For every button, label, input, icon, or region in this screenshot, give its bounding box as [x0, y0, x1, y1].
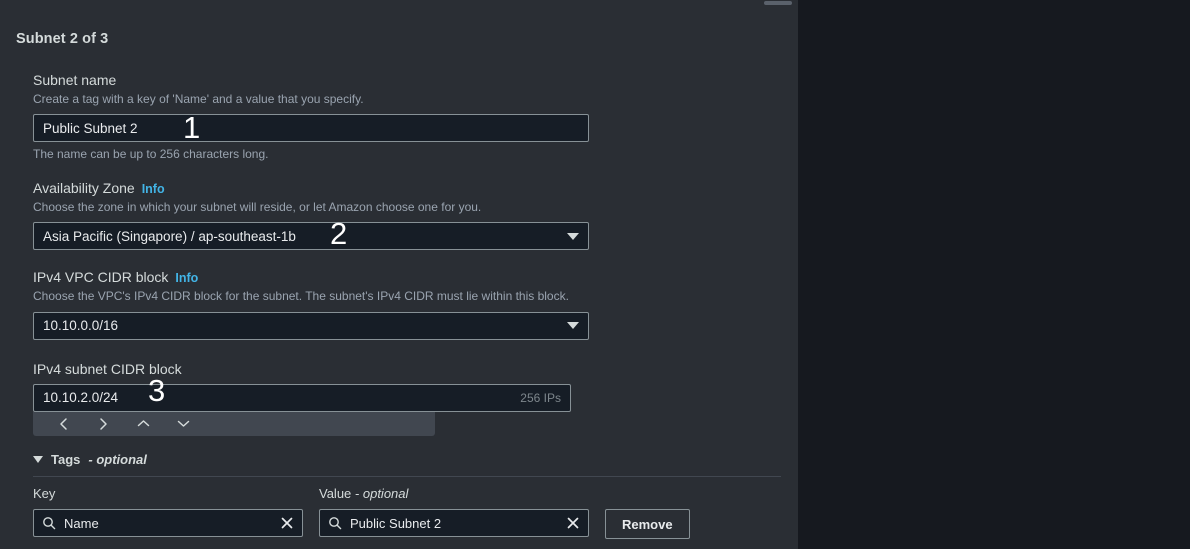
tag-key-clear-button[interactable]	[280, 516, 294, 530]
field-vpc-cidr: IPv4 VPC CIDR block Info Choose the VPC'…	[33, 269, 793, 340]
chevron-right-icon	[99, 417, 107, 430]
screen-root: Subnet 2 of 3 Subnet name Create a tag w…	[0, 0, 1190, 549]
subnet-name-label: Subnet name	[33, 72, 793, 88]
tag-key-column: Key Name	[33, 486, 319, 537]
availability-zone-label: Availability Zone Info	[33, 180, 793, 196]
availability-zone-description: Choose the zone in which your subnet wil…	[33, 200, 482, 215]
vpc-cidr-label: IPv4 VPC CIDR block Info	[33, 269, 793, 285]
tag-key-value: Name	[64, 515, 99, 531]
subnet-name-input[interactable]: Public Subnet 2	[33, 114, 589, 143]
triangle-down-icon	[33, 456, 43, 463]
subnet-name-description: Create a tag with a key of 'Name' and a …	[33, 92, 364, 106]
scrollbar-thumb[interactable]	[764, 1, 792, 5]
close-icon	[567, 517, 579, 529]
chevron-down-icon	[567, 322, 579, 330]
stepper-next-button[interactable]	[83, 412, 123, 436]
tag-key-label: Key	[33, 486, 56, 501]
field-subnet-cidr: IPv4 subnet CIDR block 10.10.2.0/24 256 …	[33, 361, 793, 436]
tag-remove-column: Remove	[605, 486, 690, 539]
tag-value-input[interactable]: Public Subnet 2	[319, 509, 589, 537]
vpc-cidr-info-link[interactable]: Info	[175, 271, 198, 285]
chevron-up-icon	[137, 420, 149, 427]
subnet-cidr-label-text: IPv4 subnet CIDR block	[33, 360, 182, 377]
remove-tag-button[interactable]: Remove	[605, 509, 690, 539]
subnet-name-value: Public Subnet 2	[43, 120, 138, 136]
stepper-prev-button[interactable]	[43, 412, 83, 436]
tag-value-label: Value - optional	[319, 486, 605, 501]
availability-zone-info-link[interactable]: Info	[142, 182, 165, 196]
stepper-up-button[interactable]	[123, 412, 163, 436]
tags-divider	[33, 476, 781, 477]
search-icon	[43, 517, 56, 530]
subnet-form: Subnet name Create a tag with a key of '…	[33, 72, 793, 436]
availability-zone-select[interactable]: Asia Pacific (Singapore) / ap-southeast-…	[33, 222, 589, 251]
page-title: Subnet 2 of 3	[16, 31, 109, 47]
field-availability-zone: Availability Zone Info Choose the zone i…	[33, 180, 793, 251]
vpc-cidr-select[interactable]: 10.10.0.0/16	[33, 311, 589, 340]
subnet-form-panel: Subnet 2 of 3 Subnet name Create a tag w…	[0, 0, 798, 549]
chevron-left-icon	[59, 417, 67, 430]
subnet-cidr-value: 10.10.2.0/24	[43, 390, 119, 406]
vpc-cidr-description: Choose the VPC's IPv4 CIDR block for the…	[33, 289, 569, 304]
subnet-cidr-ip-count: 256 IPs	[520, 390, 561, 405]
close-icon	[281, 517, 293, 529]
tags-section: Tags - optional Key Name Value - optiona…	[33, 452, 781, 539]
scrollbar-track[interactable]	[0, 0, 798, 7]
vpc-cidr-value: 10.10.0.0/16	[43, 318, 119, 334]
subnet-cidr-label: IPv4 subnet CIDR block	[33, 361, 793, 377]
subnet-name-label-text: Subnet name	[33, 72, 117, 88]
chevron-down-icon	[567, 232, 579, 240]
tag-value-value: Public Subnet 2	[350, 515, 442, 531]
tags-section-toggle[interactable]: Tags - optional	[33, 452, 781, 467]
availability-zone-label-text: Availability Zone	[33, 180, 135, 197]
right-empty-panel	[798, 0, 1190, 549]
subnet-name-hint: The name can be up to 256 characters lon…	[33, 147, 269, 162]
subnet-cidr-input[interactable]: 10.10.2.0/24 256 IPs	[33, 383, 571, 412]
tags-header-optional: - optional	[88, 452, 147, 467]
tag-value-label-text: Value	[319, 486, 352, 501]
tag-key-input[interactable]: Name	[33, 509, 303, 537]
chevron-down-icon	[177, 420, 189, 427]
tags-header-label: Tags	[51, 452, 81, 467]
vpc-cidr-label-text: IPv4 VPC CIDR block	[33, 269, 169, 286]
field-subnet-name: Subnet name Create a tag with a key of '…	[33, 72, 793, 161]
cidr-stepper	[33, 411, 435, 436]
stepper-down-button[interactable]	[163, 412, 203, 436]
availability-zone-value: Asia Pacific (Singapore) / ap-southeast-…	[43, 228, 296, 244]
tag-value-column: Value - optional Public Subnet 2	[319, 486, 605, 537]
tag-value-clear-button[interactable]	[566, 516, 580, 530]
search-icon	[329, 517, 342, 530]
tags-row: Key Name Value - optional Public Subnet …	[33, 486, 781, 539]
tag-value-label-optional: - optional	[354, 486, 409, 501]
